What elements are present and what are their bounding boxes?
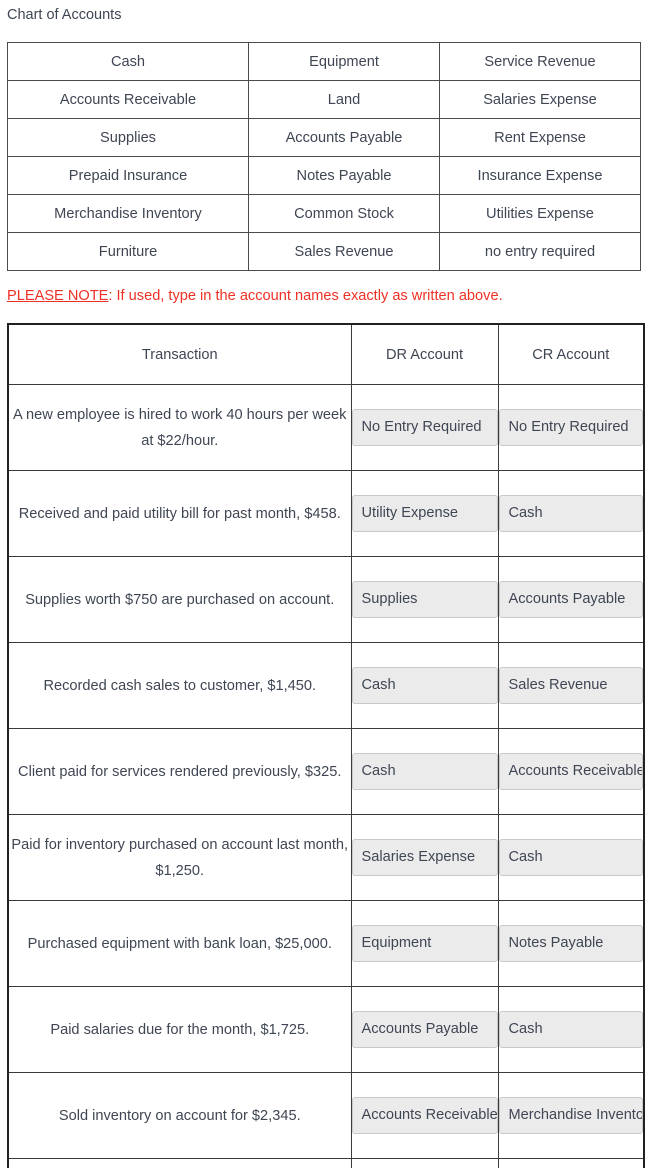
account-cell: Land <box>248 80 440 119</box>
cr-account-input[interactable]: Cash <box>498 495 643 532</box>
account-cell: Prepaid Insurance <box>7 156 249 195</box>
table-row: Paid salaries due for the month, $1,725.… <box>7 986 645 1073</box>
cr-account-cell: Cash <box>497 986 645 1073</box>
column-header-dr-account: DR Account <box>350 323 499 385</box>
table-row: Furniture Sales Revenue no entry require… <box>7 232 641 271</box>
cr-account-input[interactable]: Accounts Receivable <box>498 753 643 790</box>
table-row: Supplies worth $750 are purchased on acc… <box>7 556 645 643</box>
cr-account-cell: Merchandise Inventory <box>497 1072 645 1159</box>
account-cell: Merchandise Inventory <box>7 194 249 233</box>
table-row: Accounts Receivable Land Salaries Expens… <box>7 80 641 119</box>
account-cell: Accounts Receivable <box>7 80 249 119</box>
table-row: Cash Equipment Service Revenue <box>7 42 641 81</box>
table-row: Supplies Accounts Payable Rent Expense <box>7 118 641 157</box>
transaction-description: Recorded cash sales to customer, $1,450. <box>7 642 352 729</box>
account-cell: Utilities Expense <box>439 194 641 233</box>
dr-account-cell: Supplies <box>350 556 499 643</box>
table-row: Sold inventory on account for $2,345. Ac… <box>7 1072 645 1159</box>
account-cell: Salaries Expense <box>439 80 641 119</box>
cr-account-input[interactable]: Cash <box>498 839 643 876</box>
journal-header: Transaction DR Account CR Account <box>7 323 645 385</box>
journal-entry-table: Transaction DR Account CR Account A new … <box>7 323 645 1168</box>
account-cell: Notes Payable <box>248 156 440 195</box>
table-header-row: Transaction DR Account CR Account <box>7 323 645 385</box>
transaction-description: Received and paid utility bill for past … <box>7 470 352 557</box>
transaction-description: Sold inventory on account for $2,345. <box>7 1072 352 1159</box>
transaction-description: Purchased equipment with bank loan, $25,… <box>7 900 352 987</box>
cr-account-input[interactable]: Sales Revenue <box>498 667 643 704</box>
table-row: Prepaid Insurance Notes Payable Insuranc… <box>7 156 641 195</box>
please-note-emphasis: PLEASE NOTE <box>7 288 109 304</box>
cr-account-input[interactable]: No Entry Required <box>498 409 643 446</box>
cr-account-cell: Cash <box>497 470 645 557</box>
dr-account-input[interactable]: Cash <box>351 667 498 704</box>
table-row: Recorded cash sales to customer, $1,450.… <box>7 642 645 729</box>
account-cell: no entry required <box>439 232 641 271</box>
transaction-description: Supplies worth $750 are purchased on acc… <box>7 556 352 643</box>
dr-account-input[interactable]: Cash <box>351 753 498 790</box>
table-row: Paid for inventory purchased on account … <box>7 814 645 901</box>
dr-account-input[interactable]: Supplies <box>351 581 498 618</box>
dr-account-cell: Accounts Receivable <box>350 1072 499 1159</box>
account-cell: Cash <box>7 42 249 81</box>
dr-account-cell: Cash <box>350 728 499 815</box>
cr-account-cell: Cash <box>497 1158 645 1168</box>
dr-account-cell: No Entry Required <box>350 384 499 471</box>
cr-account-input[interactable]: Accounts Payable <box>498 581 643 618</box>
account-cell: Sales Revenue <box>248 232 440 271</box>
table-row: A new employee is hired to work 40 hours… <box>7 384 645 471</box>
account-cell: Furniture <box>7 232 249 271</box>
column-header-cr-account: CR Account <box>497 323 645 385</box>
chart-of-accounts-title: Chart of Accounts <box>7 7 122 23</box>
dr-account-input[interactable]: No Entry Required <box>351 409 498 446</box>
dr-account-input[interactable]: Accounts Payable <box>351 1011 498 1048</box>
transaction-description: Paid for one year of fire insurance, $9,… <box>7 1158 352 1168</box>
table-row: Purchased equipment with bank loan, $25,… <box>7 900 645 987</box>
table-row: Merchandise Inventory Common Stock Utili… <box>7 194 641 233</box>
table-row: Received and paid utility bill for past … <box>7 470 645 557</box>
dr-account-cell: Equipment <box>350 900 499 987</box>
dr-account-cell: Utility Expense <box>350 470 499 557</box>
cr-account-cell: No Entry Required <box>497 384 645 471</box>
dr-account-input[interactable]: Accounts Receivable <box>351 1097 498 1134</box>
please-note-body: : If used, type in the account names exa… <box>108 288 503 304</box>
cr-account-cell: Notes Payable <box>497 900 645 987</box>
transaction-description: Paid for inventory purchased on account … <box>7 814 352 901</box>
account-cell: Insurance Expense <box>439 156 641 195</box>
account-cell: Service Revenue <box>439 42 641 81</box>
column-header-transaction: Transaction <box>7 323 352 385</box>
dr-account-input[interactable]: Utility Expense <box>351 495 498 532</box>
account-cell: Supplies <box>7 118 249 157</box>
journal-body: A new employee is hired to work 40 hours… <box>7 384 645 1168</box>
transaction-description: Client paid for services rendered previo… <box>7 728 352 815</box>
dr-account-cell: Cash <box>350 642 499 729</box>
cr-account-input[interactable]: Cash <box>498 1011 643 1048</box>
cr-account-cell: Cash <box>497 814 645 901</box>
cr-account-cell: Accounts Receivable <box>497 728 645 815</box>
transaction-description: Paid salaries due for the month, $1,725. <box>7 986 352 1073</box>
cr-account-cell: Accounts Payable <box>497 556 645 643</box>
account-cell: Rent Expense <box>439 118 641 157</box>
worksheet-page: Chart of Accounts Cash Equipment Service… <box>0 0 662 1168</box>
dr-account-input[interactable]: Equipment <box>351 925 498 962</box>
dr-account-cell: Accounts Payable <box>350 986 499 1073</box>
dr-account-cell: Prepaid Insurance <box>350 1158 499 1168</box>
cr-account-input[interactable]: Merchandise Inventory <box>498 1097 643 1134</box>
account-cell: Equipment <box>248 42 440 81</box>
dr-account-cell: Salaries Expense <box>350 814 499 901</box>
cr-account-cell: Sales Revenue <box>497 642 645 729</box>
transaction-description: A new employee is hired to work 40 hours… <box>7 384 352 471</box>
cr-account-input[interactable]: Notes Payable <box>498 925 643 962</box>
account-cell: Common Stock <box>248 194 440 233</box>
chart-of-accounts-body: Cash Equipment Service Revenue Accounts … <box>7 42 641 271</box>
account-cell: Accounts Payable <box>248 118 440 157</box>
table-row: Paid for one year of fire insurance, $9,… <box>7 1158 645 1168</box>
table-row: Client paid for services rendered previo… <box>7 728 645 815</box>
please-note-text: PLEASE NOTE: If used, type in the accoun… <box>7 286 503 306</box>
chart-of-accounts-table: Cash Equipment Service Revenue Accounts … <box>7 42 641 271</box>
dr-account-input[interactable]: Salaries Expense <box>351 839 498 876</box>
